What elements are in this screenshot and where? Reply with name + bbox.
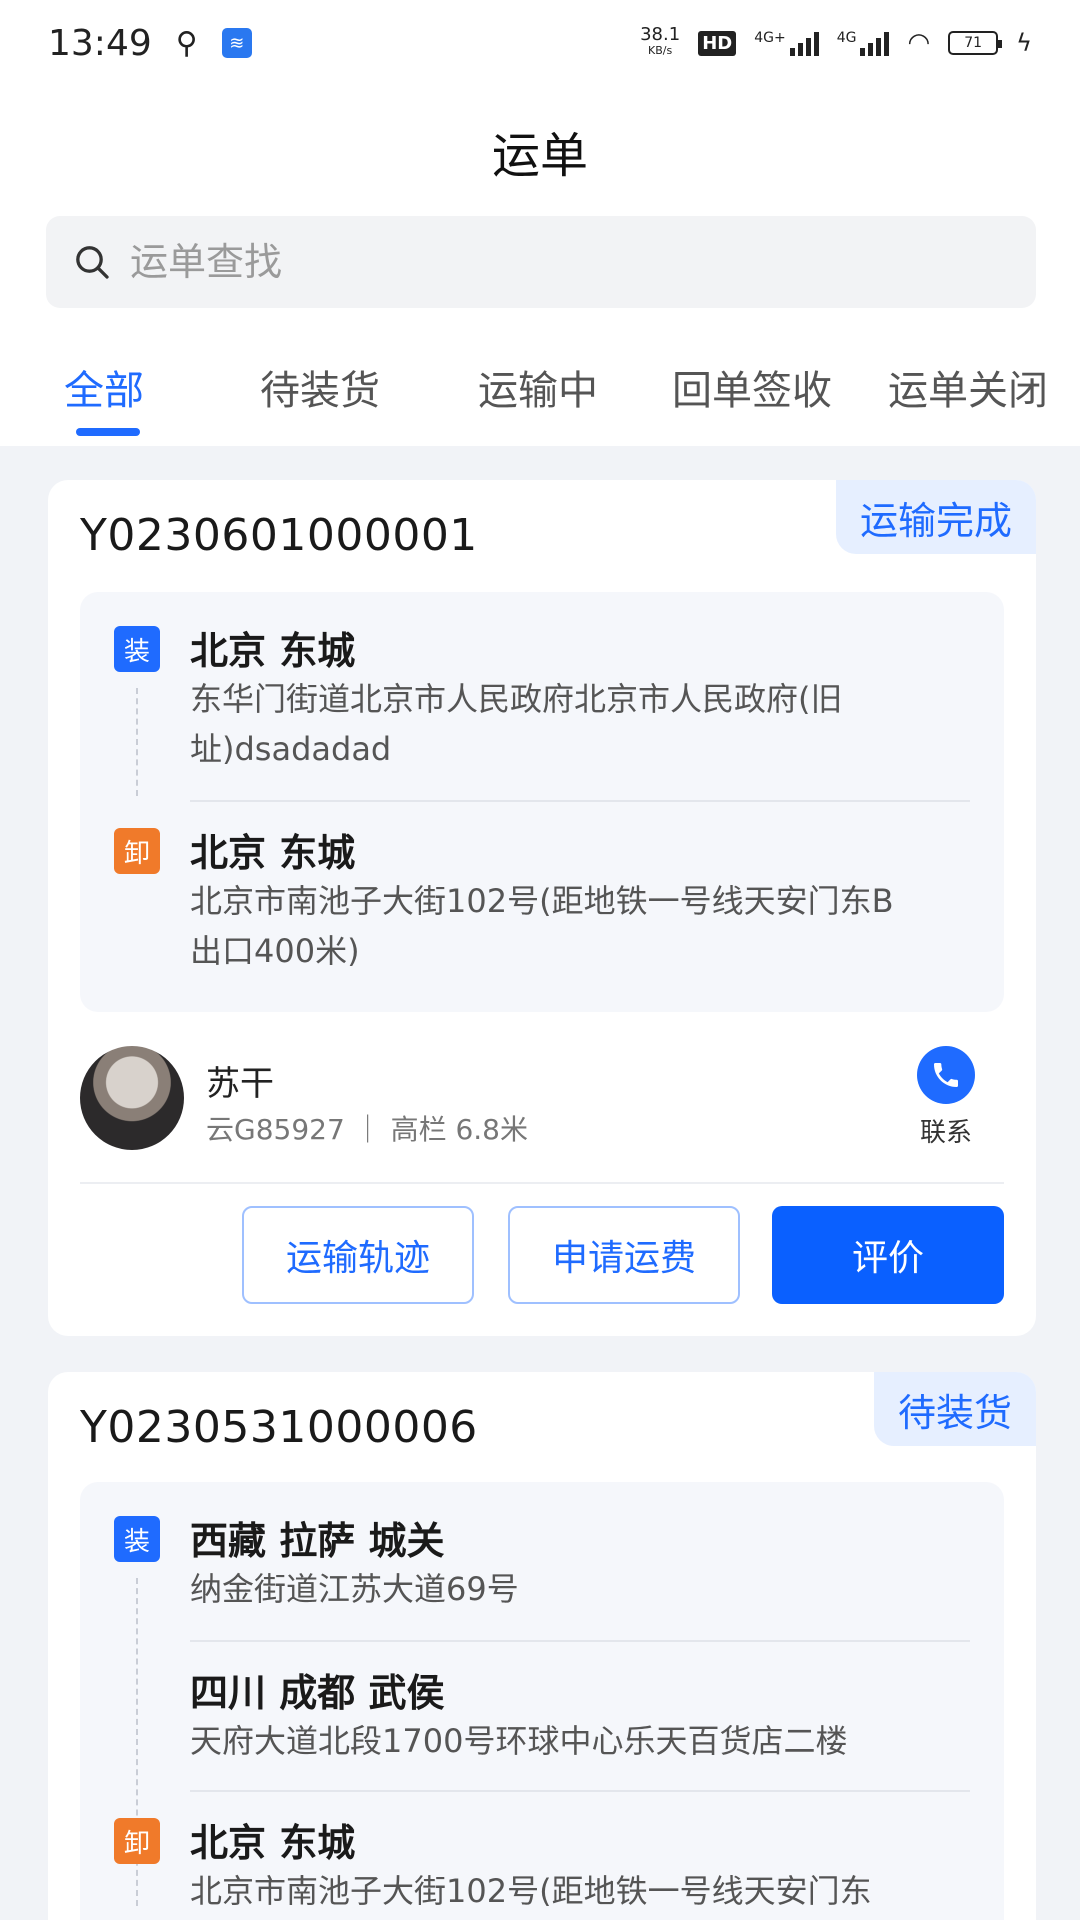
unload-badge: 卸: [114, 828, 160, 874]
stop-city: 四川 成都 武侯: [190, 1671, 445, 1715]
route-box: 装 西藏 拉萨 城关 纳金街道江苏大道69号 四川 成都 武侯 天府大道北段17…: [80, 1482, 1004, 1920]
charging-icon: ϟ: [1016, 29, 1032, 57]
rate-button[interactable]: 评价: [772, 1206, 1004, 1304]
avatar: [80, 1046, 184, 1150]
signal-icon-sim1: 4G+: [754, 30, 819, 56]
page-title: 运单: [491, 128, 588, 184]
wifi-icon: ◠: [907, 28, 931, 58]
search-bar[interactable]: [46, 216, 1036, 308]
route-box: 装 北京 东城 东华门街道北京市人民政府北京市人民政府(旧址)dsadadad …: [80, 592, 1004, 1012]
load-badge: 装: [114, 1516, 160, 1562]
route-connector: [136, 688, 138, 796]
order-number: Y0230601000001: [80, 510, 478, 561]
stop-address: 北京市南池子大街102号(距地铁一号线天安门东B出口400米): [190, 882, 894, 970]
tab-all[interactable]: 全部: [64, 358, 144, 416]
stop-city: 北京 东城: [190, 629, 356, 673]
signal-icon-sim2: 4G: [837, 30, 890, 56]
tab-pending-load[interactable]: 待装货: [260, 358, 380, 416]
vehicle-info: 云G85927 ｜ 高栏 6.8米: [206, 1113, 529, 1146]
tab-indicator: [76, 428, 140, 436]
status-tabs: 全部 待装货 运输中 回单签收 运单关闭: [0, 346, 1080, 446]
stop-address: 东华门街道北京市人民政府北京市人民政府(旧址)dsadadad: [190, 680, 843, 768]
order-card[interactable]: Y0230601000001 运输完成 装 北京 东城 东华门街道北京市人民政府…: [48, 480, 1036, 1336]
app-notification-icon: ≋: [221, 28, 252, 58]
stop-city: 西藏 拉萨 城关: [190, 1519, 445, 1563]
search-icon: [76, 246, 109, 279]
stop-address: 纳金街道江苏大道69号: [190, 1570, 519, 1608]
stop-divider: [190, 1790, 970, 1792]
status-badge: 待装货: [873, 1372, 1036, 1446]
battery-icon: 71: [948, 31, 1003, 55]
tab-closed[interactable]: 运单关闭: [888, 358, 1048, 416]
usb-icon: ⚲: [175, 25, 198, 61]
stop-address: 天府大道北段1700号环球中心乐天百货店二楼: [190, 1722, 848, 1760]
tab-receipt-signed[interactable]: 回单签收: [672, 358, 832, 416]
contact-button[interactable]: 联系: [906, 1046, 986, 1149]
status-time: 13:49: [48, 22, 152, 64]
hd-icon: HD: [698, 30, 737, 56]
driver-name: 苏干: [206, 1064, 274, 1104]
card-divider: [80, 1182, 1004, 1184]
status-badge: 运输完成: [835, 480, 1036, 554]
contact-label: 联系: [919, 1118, 972, 1148]
order-number: Y0230531000006: [80, 1402, 478, 1453]
stop-divider: [190, 1640, 970, 1642]
stop-divider: [190, 800, 970, 802]
load-badge: 装: [114, 626, 160, 672]
status-bar: 13:49 ⚲ ≋ 38.1 KB/s HD 4G+ 4G ◠ 71 ϟ: [0, 0, 1080, 86]
driver-info: 苏干 云G85927 ｜ 高栏 6.8米 联系: [80, 1046, 1004, 1166]
unload-badge: 卸: [114, 1818, 160, 1864]
stop-city: 北京 东城: [190, 831, 356, 875]
order-card[interactable]: Y0230531000006 待装货 装 西藏 拉萨 城关 纳金街道江苏大道69…: [48, 1372, 1036, 1920]
tab-in-transit[interactable]: 运输中: [478, 358, 598, 416]
stop-city: 北京 东城: [190, 1821, 356, 1865]
phone-icon: [917, 1046, 975, 1104]
track-button[interactable]: 运输轨迹: [242, 1206, 474, 1304]
apply-fee-button[interactable]: 申请运费: [508, 1206, 740, 1304]
stop-address: 北京市南池子大街102号(距地铁一号线天安门东: [190, 1872, 872, 1910]
search-input[interactable]: [130, 240, 930, 284]
network-speed: 38.1 KB/s: [640, 24, 681, 58]
